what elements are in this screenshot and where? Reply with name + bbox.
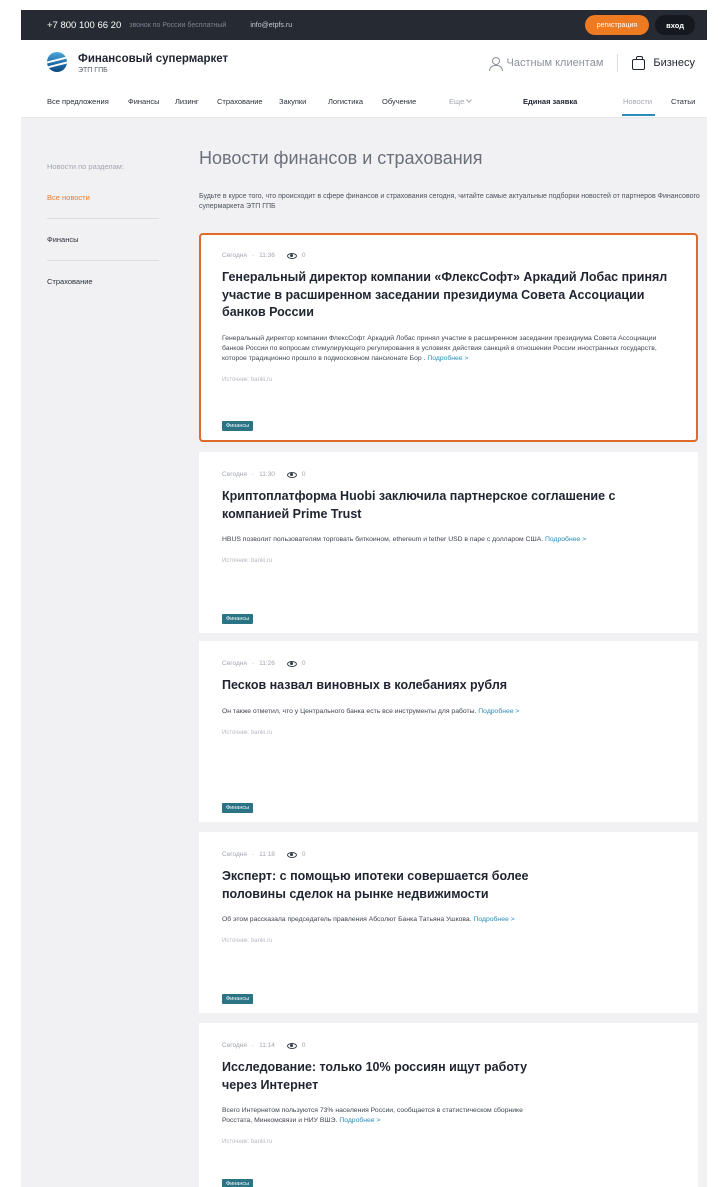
news-excerpt-text: HBUS позволит пользователям торговать би… <box>222 536 544 543</box>
read-more-link[interactable]: Подробнее > <box>339 1117 380 1124</box>
private-clients-link[interactable]: Частным клиентам <box>488 56 604 71</box>
nav-more-dropdown[interactable]: Еще <box>449 97 473 106</box>
sidebar-heading: Новости по разделам: <box>47 162 125 171</box>
news-card[interactable]: Сегодня · 11:26 0 Песков назвал виновных … <box>199 641 698 822</box>
news-time: 11:18 <box>259 851 275 858</box>
news-meta: Сегодня · 11:26 0 <box>222 660 306 667</box>
news-date: Сегодня <box>222 471 247 478</box>
sidebar-item-finance[interactable]: Финансы <box>47 233 159 261</box>
nav-item-purchases[interactable]: Закупки <box>279 97 306 106</box>
business-label: Бизнесу <box>653 57 695 69</box>
news-views: 0 <box>301 252 306 259</box>
category-tag[interactable]: Финансы <box>222 1179 254 1187</box>
news-meta: Сегодня · 11:18 0 <box>222 851 306 858</box>
category-tag[interactable]: Финансы <box>222 994 254 1004</box>
news-excerpt: Генеральный директор компании ФлексСофт … <box>222 334 675 364</box>
news-source: Источник: banki.ru <box>222 938 273 944</box>
news-date: Сегодня <box>222 1042 247 1049</box>
nav-item-finance[interactable]: Финансы <box>128 97 160 106</box>
eye-icon <box>286 1042 297 1049</box>
news-title[interactable]: Генеральный директор компании «ФлексСофт… <box>222 269 675 322</box>
read-more-link[interactable]: Подробнее > <box>427 355 468 362</box>
eye-icon <box>286 851 297 858</box>
news-views: 0 <box>301 660 306 667</box>
brand-subtitle: ЭТП ГПБ <box>78 67 108 74</box>
header-divider <box>617 54 619 72</box>
register-button[interactable]: регистрация <box>584 15 650 35</box>
main-nav: Все предложения Финансы Лизинг Страхован… <box>21 86 707 118</box>
email-link[interactable]: info@etpfs.ru <box>250 22 292 29</box>
news-source: Источник: banki.ru <box>222 376 273 383</box>
sidebar-item-insurance[interactable]: Страхование <box>47 275 159 303</box>
eye-icon <box>286 471 297 478</box>
news-title[interactable]: Исследование: только 10% россиян ищут ра… <box>222 1059 552 1094</box>
news-source: Источник: banki.ru <box>222 1139 273 1145</box>
news-card[interactable]: Сегодня · 11:36 0 Генеральный директор ко… <box>199 233 698 442</box>
eye-icon <box>286 252 297 259</box>
site-header: Финансовый супермаркет ЭТП ГПБ Частным к… <box>21 40 707 86</box>
sidebar-item-all-news[interactable]: Все новости <box>47 191 159 219</box>
nav-active-indicator <box>622 114 655 116</box>
news-time: 11:26 <box>259 660 275 667</box>
news-views: 0 <box>301 471 306 478</box>
news-title[interactable]: Криптоплатформа Huobi заключила партнерс… <box>222 488 675 523</box>
brand-title: Финансовый супермаркет <box>78 53 229 65</box>
news-title[interactable]: Эксперт: с помощью ипотеки совершается б… <box>222 868 532 903</box>
news-card[interactable]: Сегодня · 11:14 0 Исследование: только 10… <box>199 1023 698 1187</box>
person-icon <box>488 56 503 71</box>
page-title: Новости финансов и страхования <box>199 148 483 168</box>
news-source: Источник: banki.ru <box>222 558 273 564</box>
news-excerpt: Он также отметил, что у Центрального бан… <box>222 707 522 717</box>
news-date: Сегодня <box>222 252 247 259</box>
news-excerpt: Об этом рассказала председатель правлени… <box>222 915 675 925</box>
nav-item-education[interactable]: Обучение <box>382 97 416 106</box>
news-meta: Сегодня · 11:14 0 <box>222 1042 306 1049</box>
business-link[interactable]: Бизнесу <box>632 55 695 70</box>
news-meta: Сегодня · 11:30 0 <box>222 471 306 478</box>
category-tag[interactable]: Финансы <box>222 421 254 431</box>
read-more-link[interactable]: Подробнее > <box>478 708 519 715</box>
nav-item-insurance[interactable]: Страхование <box>217 97 263 106</box>
top-bar: +7 800 100 66 20 звонок по России беспла… <box>21 10 707 40</box>
news-sections-sidebar: Новости по разделам: Все новости Финансы… <box>47 162 159 303</box>
private-clients-label: Частным клиентам <box>506 57 604 69</box>
news-excerpt: Всего Интернетом пользуются 73% населени… <box>222 1106 552 1126</box>
news-source: Источник: banki.ru <box>222 729 273 736</box>
read-more-link[interactable]: Подробнее > <box>545 536 586 543</box>
chevron-down-icon <box>466 97 473 103</box>
nav-item-news[interactable]: Новости <box>623 97 652 106</box>
phone-note: звонок по России бесплатный <box>129 21 227 29</box>
read-more-link[interactable]: Подробнее > <box>474 916 515 923</box>
news-date: Сегодня <box>222 660 247 667</box>
briefcase-icon <box>632 55 646 70</box>
news-card[interactable]: Сегодня · 11:30 0 Криптоплатформа Huobi з… <box>199 452 698 633</box>
brand[interactable]: Финансовый супермаркет ЭТП ГПБ <box>78 53 228 74</box>
news-title[interactable]: Песков назвал виновных в колебаниях рубл… <box>222 677 675 695</box>
news-views: 0 <box>301 851 306 858</box>
nav-item-leasing[interactable]: Лизинг <box>175 97 199 106</box>
nav-item-logistics[interactable]: Логистика <box>328 97 363 106</box>
news-time: 11:36 <box>259 252 275 259</box>
news-excerpt-text: Об этом рассказала председатель правлени… <box>222 916 472 923</box>
category-tag[interactable]: Финансы <box>222 803 254 813</box>
category-tag[interactable]: Финансы <box>222 614 254 624</box>
news-views: 0 <box>301 1042 306 1049</box>
news-excerpt-text: Он также отметил, что у Центрального бан… <box>222 707 477 715</box>
news-time: 11:30 <box>259 471 275 478</box>
single-request-link[interactable]: Единая заявка <box>523 97 577 106</box>
page-intro: Будьте в курсе того, что происходит в сф… <box>199 193 700 210</box>
nav-more-label: Еще <box>449 97 465 106</box>
nav-item-all-offers[interactable]: Все предложения <box>47 97 109 106</box>
login-button[interactable]: вход <box>655 15 695 35</box>
news-excerpt: HBUS позволит пользователям торговать би… <box>222 535 675 545</box>
nav-item-articles[interactable]: Статьи <box>671 97 695 106</box>
page: +7 800 100 66 20 звонок по России беспла… <box>21 10 707 1187</box>
logo-icon[interactable] <box>47 52 67 72</box>
phone-number[interactable]: +7 800 100 66 20 <box>47 20 121 31</box>
news-meta: Сегодня · 11:36 0 <box>222 252 306 259</box>
eye-icon <box>286 660 297 667</box>
news-date: Сегодня <box>222 851 247 858</box>
news-time: 11:14 <box>259 1042 275 1049</box>
news-card[interactable]: Сегодня · 11:18 0 Эксперт: с помощью ипот… <box>199 832 698 1013</box>
